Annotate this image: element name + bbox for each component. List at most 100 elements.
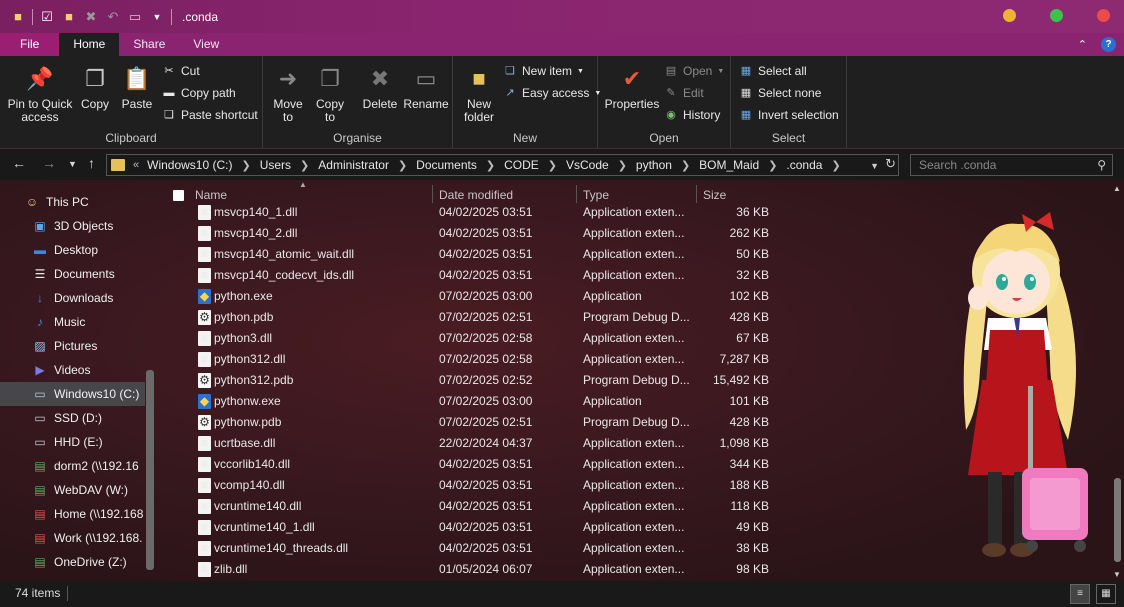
sidebar-item[interactable]: ▶ Videos xyxy=(0,358,145,382)
paste-button[interactable]: 📋 Paste xyxy=(119,64,155,111)
navigation-pane-scrollbar[interactable] xyxy=(146,370,154,570)
breadcrumb-item[interactable]: Administrator xyxy=(318,158,389,172)
edit-button[interactable]: ✎ Edit xyxy=(664,86,703,100)
paste-shortcut-button[interactable]: ❏ Paste shortcut xyxy=(162,108,258,122)
address-bar[interactable]: « Windows10 (C:) ❯ Users ❯ Administrator… xyxy=(106,154,899,176)
breadcrumb-item[interactable]: Windows10 (C:) xyxy=(147,158,232,172)
breadcrumb-separator-icon[interactable]: ❯ xyxy=(681,159,690,172)
rename-button[interactable]: ▭ Rename xyxy=(403,64,449,111)
customize-dropdown-icon[interactable]: ▼ xyxy=(149,9,165,25)
cut-button[interactable]: ✂ Cut xyxy=(162,64,199,78)
tab-view[interactable]: View xyxy=(179,33,233,56)
file-row[interactable]: ≡ python312.dll 07/02/2025 02:58 Applicatio… xyxy=(165,349,785,370)
sidebar-item[interactable]: ☺ This PC xyxy=(0,190,145,214)
search-input[interactable]: Search .conda ⚲ xyxy=(910,154,1113,176)
large-icons-view-icon[interactable]: ▦ xyxy=(1096,584,1116,604)
file-row[interactable]: ≡ msvcp140_atomic_wait.dll 04/02/2025 03:5… xyxy=(165,244,785,265)
file-row[interactable]: ⚙ python312.pdb 07/02/2025 02:52 Program De… xyxy=(165,370,785,391)
scroll-down-arrow-icon[interactable]: ▼ xyxy=(1113,570,1121,579)
sidebar-item[interactable]: ▭ Windows10 (C:) xyxy=(0,382,145,406)
scrollbar-thumb[interactable] xyxy=(1114,478,1121,562)
move-to-button[interactable]: ➜ Move to xyxy=(271,64,305,124)
file-row[interactable]: ≡ msvcp140_codecvt_ids.dll 04/02/2025 03:5… xyxy=(165,265,785,286)
details-view-icon[interactable]: ≡ xyxy=(1070,584,1090,604)
breadcrumb-item[interactable]: CODE xyxy=(504,158,539,172)
column-divider[interactable] xyxy=(432,185,433,203)
file-row[interactable]: ≡ vccorlib140.dll 04/02/2025 03:51 Applicat… xyxy=(165,454,785,475)
address-dropdown-icon[interactable]: ▼ xyxy=(870,156,879,176)
sidebar-item[interactable]: ▭ HHD (E:) xyxy=(0,430,145,454)
back-arrow-icon[interactable]: ← xyxy=(12,155,26,171)
tab-share[interactable]: Share xyxy=(119,33,179,56)
new-folder-quick-icon[interactable]: ■ xyxy=(61,9,77,25)
breadcrumb-separator-icon[interactable]: ❯ xyxy=(548,159,557,172)
refresh-icon[interactable]: ↻ xyxy=(885,156,896,176)
breadcrumb-separator-icon[interactable]: ❯ xyxy=(300,159,309,172)
sidebar-item[interactable]: ♪ Music xyxy=(0,310,145,334)
new-folder-button[interactable]: ■ New folder xyxy=(461,64,497,124)
sidebar-item[interactable]: ▨ Pictures xyxy=(0,334,145,358)
recent-locations-chevron-icon[interactable]: ▼ xyxy=(68,159,77,169)
help-icon[interactable]: ? xyxy=(1101,37,1116,52)
properties-quick-icon[interactable]: ☑ xyxy=(39,9,55,25)
file-row[interactable]: ≡ zlib.dll 01/05/2024 06:07 Application ext… xyxy=(165,559,785,580)
column-divider[interactable] xyxy=(696,185,697,203)
up-arrow-icon[interactable]: ↑ xyxy=(88,155,95,171)
breadcrumb-item[interactable]: VsCode xyxy=(566,158,609,172)
rename-quick-icon[interactable]: ▭ xyxy=(127,9,143,25)
delete-quick-icon[interactable]: ✖ xyxy=(83,9,99,25)
breadcrumb-item[interactable]: Documents xyxy=(416,158,477,172)
sidebar-item[interactable]: ↓ Downloads xyxy=(0,286,145,310)
tab-file[interactable]: File xyxy=(0,33,60,56)
sidebar-item[interactable]: ▤ OneDrive (Z:) xyxy=(0,550,145,574)
file-row[interactable]: ≡ ucrtbase.dll 22/02/2024 04:37 Application… xyxy=(165,433,785,454)
open-button[interactable]: ▤ Open ▼ xyxy=(664,64,725,78)
collapse-ribbon-icon[interactable]: ⌃ xyxy=(1078,38,1087,51)
sidebar-item[interactable]: ▭ SSD (D:) xyxy=(0,406,145,430)
file-row[interactable]: ⚙ python.pdb 07/02/2025 02:51 Program Debug… xyxy=(165,307,785,328)
sidebar-item[interactable]: ▤ WebDAV (W:) xyxy=(0,478,145,502)
file-row[interactable]: ◆ python.exe 07/02/2025 03:00 Application 10… xyxy=(165,286,785,307)
pin-quick-access-button[interactable]: 📌 Pin to Quick access xyxy=(6,64,74,124)
select-all-checkbox[interactable] xyxy=(173,190,184,201)
sidebar-item[interactable]: ▬ Desktop xyxy=(0,238,145,262)
sidebar-item[interactable]: ▤ dorm2 (\\192.16 xyxy=(0,454,145,478)
scroll-up-arrow-icon[interactable]: ▲ xyxy=(1113,184,1121,193)
copy-to-button[interactable]: ❐ Copy to xyxy=(313,64,347,124)
file-row[interactable]: ≡ vcomp140.dll 04/02/2025 03:51 Application… xyxy=(165,475,785,496)
properties-button[interactable]: ✔ Properties xyxy=(604,64,660,111)
file-row[interactable]: ≡ vcruntime140.dll 04/02/2025 03:51 Applica… xyxy=(165,496,785,517)
breadcrumb-separator-icon[interactable]: ❯ xyxy=(768,159,777,172)
history-button[interactable]: ◉ History xyxy=(664,108,720,122)
overflow-chevron-icon[interactable]: « xyxy=(133,159,139,171)
file-row[interactable]: ⚙ pythonw.pdb 07/02/2025 02:51 Program Debu… xyxy=(165,412,785,433)
breadcrumb-separator-icon[interactable]: ❯ xyxy=(486,159,495,172)
tab-home[interactable]: Home xyxy=(59,33,120,56)
breadcrumb-separator-icon[interactable]: ❯ xyxy=(398,159,407,172)
invert-selection-button[interactable]: ▦ Invert selection xyxy=(739,108,839,122)
select-none-button[interactable]: ▦ Select none xyxy=(739,86,822,100)
sidebar-item[interactable]: ▤ Home (\\192.168 xyxy=(0,502,145,526)
breadcrumb-separator-icon[interactable]: ❯ xyxy=(241,159,250,172)
file-row[interactable]: ≡ python3.dll 07/02/2025 02:58 Application … xyxy=(165,328,785,349)
undo-quick-icon[interactable]: ↶ xyxy=(105,9,121,25)
easy-access-button[interactable]: ↗ Easy access ▼ xyxy=(503,86,601,100)
sidebar-item[interactable]: ▣ 3D Objects xyxy=(0,214,145,238)
close-button[interactable] xyxy=(1097,9,1110,22)
select-all-button[interactable]: ▦ Select all xyxy=(739,64,807,78)
sidebar-item[interactable]: ▤ Work (\\192.168. xyxy=(0,526,145,550)
copy-path-button[interactable]: ▬ Copy path xyxy=(162,86,236,100)
sidebar-item[interactable]: ☰ Documents xyxy=(0,262,145,286)
file-row[interactable]: ≡ msvcp140_1.dll 04/02/2025 03:51 Applicati… xyxy=(165,202,785,223)
file-list-scrollbar[interactable]: ▲ ▼ xyxy=(1112,182,1124,581)
file-row[interactable]: ≡ msvcp140_2.dll 04/02/2025 03:51 Applicati… xyxy=(165,223,785,244)
breadcrumb-item[interactable]: Users xyxy=(260,158,291,172)
forward-arrow-icon[interactable]: → xyxy=(42,155,56,171)
new-item-button[interactable]: ❏ New item ▼ xyxy=(503,64,584,78)
breadcrumb-item[interactable]: BOM_Maid xyxy=(699,158,759,172)
breadcrumb-separator-icon[interactable]: ❯ xyxy=(618,159,627,172)
minimize-button[interactable] xyxy=(1003,9,1016,22)
copy-button[interactable]: ❐ Copy xyxy=(78,64,112,111)
file-row[interactable]: ≡ vcruntime140_1.dll 04/02/2025 03:51 Appli… xyxy=(165,517,785,538)
breadcrumb-separator-icon[interactable]: ❯ xyxy=(831,159,840,172)
